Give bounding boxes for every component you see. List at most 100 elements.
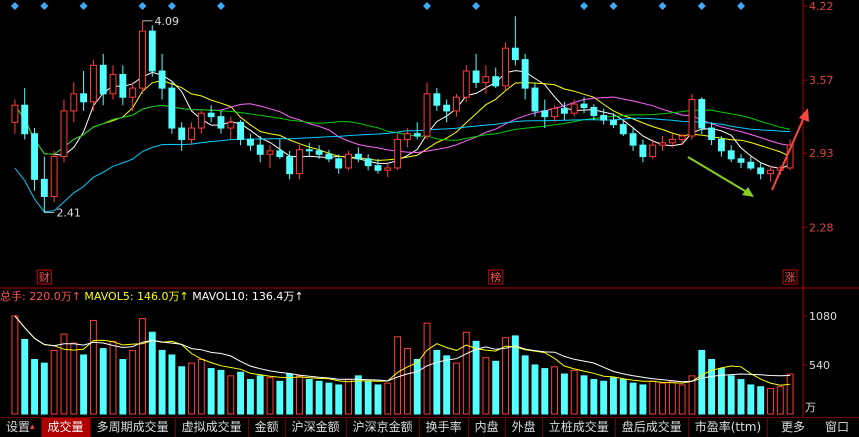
candle [276,139,284,159]
candle-body [60,110,68,158]
tab-3[interactable]: 虚拟成交量 [176,418,249,437]
candle [423,82,431,140]
candle-body [99,64,107,95]
candle-body [688,99,696,137]
candle-body [727,150,735,160]
volume-legend: 总手: 220.0万↑ MAVOL5: 146.0万↑ MAVOL10: 136… [0,289,304,303]
tab-9[interactable]: 外盘 [506,418,543,437]
volume-bar [207,368,215,415]
candle-body [266,150,274,155]
volume-bar [649,380,657,415]
volume-bar [394,336,402,415]
volume-bar [60,333,68,415]
right-link-1[interactable]: 窗口 [825,418,849,437]
candle-body [374,165,382,171]
volume-tick-label: 540 [809,359,830,372]
tab-11[interactable]: 盘后成交量 [616,418,689,437]
tab-2[interactable]: 多周期成交量 [91,418,176,437]
candle [70,82,78,123]
volume-bar [668,380,676,415]
price-annotations: 4.09 2.41 财 榜 涨 [10,2,809,285]
candle-body [668,138,676,144]
ma-line-ma5 [14,70,791,169]
volume-bar [11,315,19,415]
volume-bar [227,375,235,415]
candlestick-series [11,16,794,213]
candle [737,154,745,168]
volume-bar [325,382,333,415]
candle-body [600,114,608,121]
candle-body [364,158,372,167]
candle-body [345,153,352,169]
candle-body [335,158,343,169]
tab-7[interactable]: 换手率 [420,418,469,437]
candle [109,65,117,100]
candle [354,147,362,163]
tab-10[interactable]: 立桩成交量 [543,418,616,437]
candle [492,67,500,89]
event-diamond [167,2,176,10]
tab-bar-right-links: 更多 窗口 [781,418,859,437]
candle-body [227,121,235,129]
candle [453,93,460,117]
right-link-0[interactable]: 更多 [781,418,805,437]
tab-4[interactable]: 金额 [249,418,286,437]
candle [197,110,205,134]
candle [433,88,441,111]
tab-0[interactable]: 设置▴ [0,418,42,437]
volume-bars [11,315,794,415]
volume-bar [80,354,88,415]
volume-bar [551,366,559,415]
volume-bar [492,360,500,415]
candle [472,53,480,89]
volume-bar [89,319,97,415]
candle [50,150,58,203]
volume-bar [413,359,421,415]
candle [600,108,608,125]
volume-bar [315,380,323,415]
volume-bar [384,382,392,415]
event-diamond [40,2,49,10]
volume-bar [99,348,107,415]
candle-body [188,127,195,140]
tab-6[interactable]: 沪深京金额 [347,418,420,437]
candle [148,25,156,77]
price-tick-label: 4.22 [809,0,834,13]
volume-bar [266,377,274,415]
down-arrow-head [742,187,754,197]
tab-12[interactable]: 市盈率(ttm) [689,418,769,437]
candle [590,104,598,121]
candle-body [276,150,284,158]
candle-body [472,70,480,83]
tab-5[interactable]: 沪深金额 [286,418,347,437]
stock-chart: 4.22 3.57 2.93 2.28 4.09 2.41 财 榜 涨 1080 540 万 总手… [0,0,859,417]
candle-body [237,121,245,140]
candle-body [639,144,647,158]
candle-body [747,161,755,169]
volume-bar [286,373,294,415]
candle-body [698,99,706,129]
candle [217,110,225,134]
mavol5-label: MAVOL5: 146.0万↑ [81,290,189,303]
candle-body [296,149,303,175]
candle-body [11,104,19,123]
candle-body [482,76,490,83]
candle-body [767,169,774,175]
volume-bar [472,340,480,415]
candle-body [717,138,725,152]
candle-body [570,103,578,114]
candle-body [178,127,186,140]
volume-bar [619,378,627,415]
volume-bar [158,349,166,415]
tab-1[interactable]: 成交量 [41,418,91,437]
candle-body [197,112,205,129]
volume-bar [354,375,362,415]
candle [511,16,519,66]
tab-8[interactable]: 内盘 [469,418,506,437]
candle [345,150,352,171]
candle-body [413,133,421,137]
candle-body [659,142,666,146]
volume-bar [453,362,460,415]
volume-bar [708,359,716,415]
event-diamond [609,2,618,10]
